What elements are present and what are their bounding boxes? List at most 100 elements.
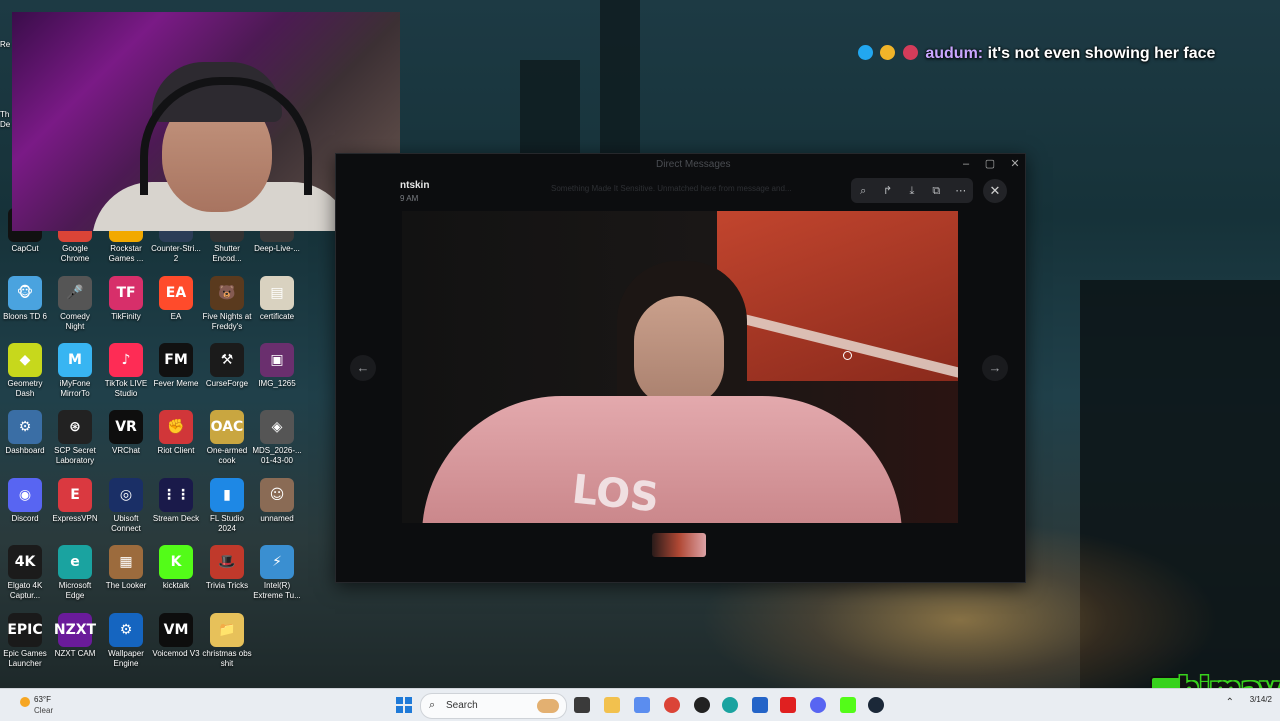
geometry-dash-icon: ◆ (8, 343, 42, 377)
zoom-icon[interactable]: ⌕ (854, 182, 872, 200)
riot-client-icon: ✊ (159, 410, 193, 444)
desktop-icon-label: TikTok LIVE Studio (104, 379, 148, 398)
desktop-icon-bloons[interactable]: 🐵 Bloons TD 6 (0, 276, 50, 322)
desktop-icon-stream-deck[interactable]: ⋮⋮ Stream Deck (151, 478, 201, 524)
desktop-icon-mds-file[interactable]: ◈ MDS_2026-... 01-43-00 (252, 410, 302, 466)
desktop-icon-riot-client[interactable]: ✊ Riot Client (151, 410, 201, 456)
steam-taskbar-icon[interactable] (868, 697, 884, 713)
windows-start-button[interactable] (396, 697, 412, 713)
vrchat-icon: VR (109, 410, 143, 444)
next-media-button[interactable]: → (982, 355, 1008, 381)
dm-contact-name[interactable]: ntskin (400, 180, 429, 191)
taskbar-search-input[interactable]: ⌕ Search (420, 693, 567, 719)
desktop-icon-one-armed-cook[interactable]: OAC One-armed cook (202, 410, 252, 466)
media-thumbnail[interactable] (652, 533, 706, 557)
task-view-icon[interactable] (574, 697, 590, 713)
desktop-icon-vrchat[interactable]: VR VRChat (101, 410, 151, 456)
desktop-icon-geometry-dash[interactable]: ◆ Geometry Dash (0, 343, 50, 399)
taskbar-clock[interactable]: 3/14/2 (1250, 695, 1272, 705)
desktop-icon-label: NZXT CAM (54, 649, 96, 658)
search-highlight-icon (537, 699, 559, 713)
share-icon[interactable]: ↱ (879, 182, 897, 200)
desktop-icon-tiktok-live[interactable]: ♪ TikTok LIVE Studio (101, 343, 151, 399)
window-close-button[interactable]: ✕ (1008, 157, 1022, 171)
the-looker-icon: ▦ (109, 545, 143, 579)
desktop-icon-intel-xtu[interactable]: ⚡ Intel(R) Extreme Tu... (252, 545, 302, 601)
desktop-icon-label: Wallpaper Engine (108, 649, 144, 668)
media-viewer-image[interactable]: LOS (402, 211, 958, 523)
store-taskbar-icon[interactable] (752, 697, 768, 713)
desktop-icon-expressvpn[interactable]: E ExpressVPN (50, 478, 100, 524)
desktop-icon-label: Riot Client (157, 446, 195, 455)
maximize-button[interactable]: ▢ (983, 157, 997, 171)
desktop-icon-label: One-armed cook (206, 446, 248, 465)
discord-taskbar-icon[interactable] (810, 697, 826, 713)
desktop-icon-fever-meme[interactable]: FM Fever Meme (151, 343, 201, 389)
voicemod-icon: VM (159, 613, 193, 647)
desktop-icon-mirrorto[interactable]: MiMyFone MirrorTo (50, 343, 100, 399)
desktop-icon-wallpaper-engine[interactable]: ⚙ Wallpaper Engine (101, 613, 151, 669)
minimize-button[interactable]: – (959, 157, 973, 171)
obs-taskbar-icon[interactable] (694, 697, 710, 713)
desktop-icon-label: Elgato 4K Captur... (7, 581, 43, 600)
more-icon[interactable]: ⋯ (952, 182, 970, 200)
chat-message-text: it's not even showing her face (987, 45, 1216, 62)
desktop-icon-ubisoft[interactable]: ◎ Ubisoft Connect (101, 478, 151, 534)
desktop-icon-fl-studio[interactable]: ▮ FL Studio 2024 (202, 478, 252, 534)
weather-widget[interactable]: 63°F Clear (12, 693, 72, 717)
desktop-icon-label: Epic Games Launcher (3, 649, 47, 668)
desktop-icon-trivia-tricks[interactable]: 🎩 Trivia Tricks (202, 545, 252, 591)
desktop-icon-edge[interactable]: e Microsoft Edge (50, 545, 100, 601)
desktop-icon-label: TikFinity (111, 312, 141, 321)
desktop-icon-comedy-night[interactable]: 🎤 Comedy Night (50, 276, 100, 332)
desktop-icon-label: Counter-Stri... 2 (151, 244, 201, 263)
desktop-icon-elgato[interactable]: 4K Elgato 4K Captur... (0, 545, 50, 601)
desktop-icon-nzxt-cam[interactable]: NZXT NZXT CAM (50, 613, 100, 659)
dm-message-time: 9 AM (400, 194, 419, 203)
desktop-icon-curseforge[interactable]: ⚒ CurseForge (202, 343, 252, 389)
desktop-icon-label: Five Nights at Freddy's (202, 312, 252, 331)
desktop-icon-label: SCP Secret Laboratory (54, 446, 96, 465)
dm-notice-text: Something Made It Sensitive. Unmatched h… (551, 184, 792, 193)
chat-overlay-message: audum: it's not even showing her face (858, 45, 1215, 63)
expressvpn-icon: E (58, 478, 92, 512)
desktop-icon-the-looker[interactable]: ▦ The Looker (101, 545, 151, 591)
desktop-icon-label: unnamed (260, 514, 294, 523)
desktop-icon-tikfinity[interactable]: TF TikFinity (101, 276, 151, 322)
desktop-icon-fnaf[interactable]: 🐻 Five Nights at Freddy's (202, 276, 252, 332)
kick-taskbar-icon[interactable] (840, 697, 856, 713)
desktop-icon-folder[interactable]: 📁 christmas obs shit (202, 613, 252, 669)
desktop-icon-unnamed-image[interactable]: ☺ unnamed (252, 478, 302, 524)
file-explorer-icon[interactable] (604, 697, 620, 713)
desktop-icon-epic-games[interactable]: EPIC Epic Games Launcher (0, 613, 50, 669)
desktop-icon-label: iMyFone MirrorTo (59, 379, 91, 398)
download-icon[interactable]: ⤓ (903, 182, 921, 200)
youtube-taskbar-icon[interactable] (780, 697, 796, 713)
desktop-icon-kicktalk[interactable]: Kkicktalk (151, 545, 201, 591)
system-tray-chevron-icon[interactable]: ⌃ (1226, 697, 1234, 708)
close-viewer-button[interactable]: ✕ (983, 179, 1007, 203)
unnamed-image-icon: ☺ (260, 478, 294, 512)
desktop-icon-ea[interactable]: EA EA (151, 276, 201, 322)
copilot-icon[interactable] (634, 697, 650, 713)
badge-icon (902, 45, 918, 60)
fl-studio-icon: ▮ (210, 478, 244, 512)
open-external-icon[interactable]: ⧉ (927, 182, 945, 200)
desktop-icon-voicemod[interactable]: VM Voicemod V3 (151, 613, 201, 659)
desktop-icon-label: Deep-Live-... (254, 244, 300, 253)
desktop-icon-label: certificate (259, 312, 295, 321)
desktop-icon-label: Google Chrome (60, 244, 90, 263)
desktop-icon-label: The Looker (105, 581, 147, 590)
previous-media-button[interactable]: ← (350, 355, 376, 381)
desktop-icon-label: Trivia Tricks (205, 581, 249, 590)
edge-taskbar-icon[interactable] (722, 697, 738, 713)
desktop-icon-discord[interactable]: ◉ Discord (0, 478, 50, 524)
desktop-icon-label: Intel(R) Extreme Tu... (253, 581, 301, 600)
taskbar-date: 3/14/2 (1249, 695, 1272, 704)
chrome-taskbar-icon[interactable] (664, 697, 680, 713)
desktop-icon-dashboard[interactable]: ⚙ Dashboard (0, 410, 50, 456)
desktop-icon-label: kicktalk (162, 581, 190, 590)
desktop-icon-certificate[interactable]: ▤ certificate (252, 276, 302, 322)
desktop-icon-image-file[interactable]: ▣ IMG_1265 (252, 343, 302, 389)
desktop-icon-scp[interactable]: ⊛ SCP Secret Laboratory (50, 410, 100, 466)
